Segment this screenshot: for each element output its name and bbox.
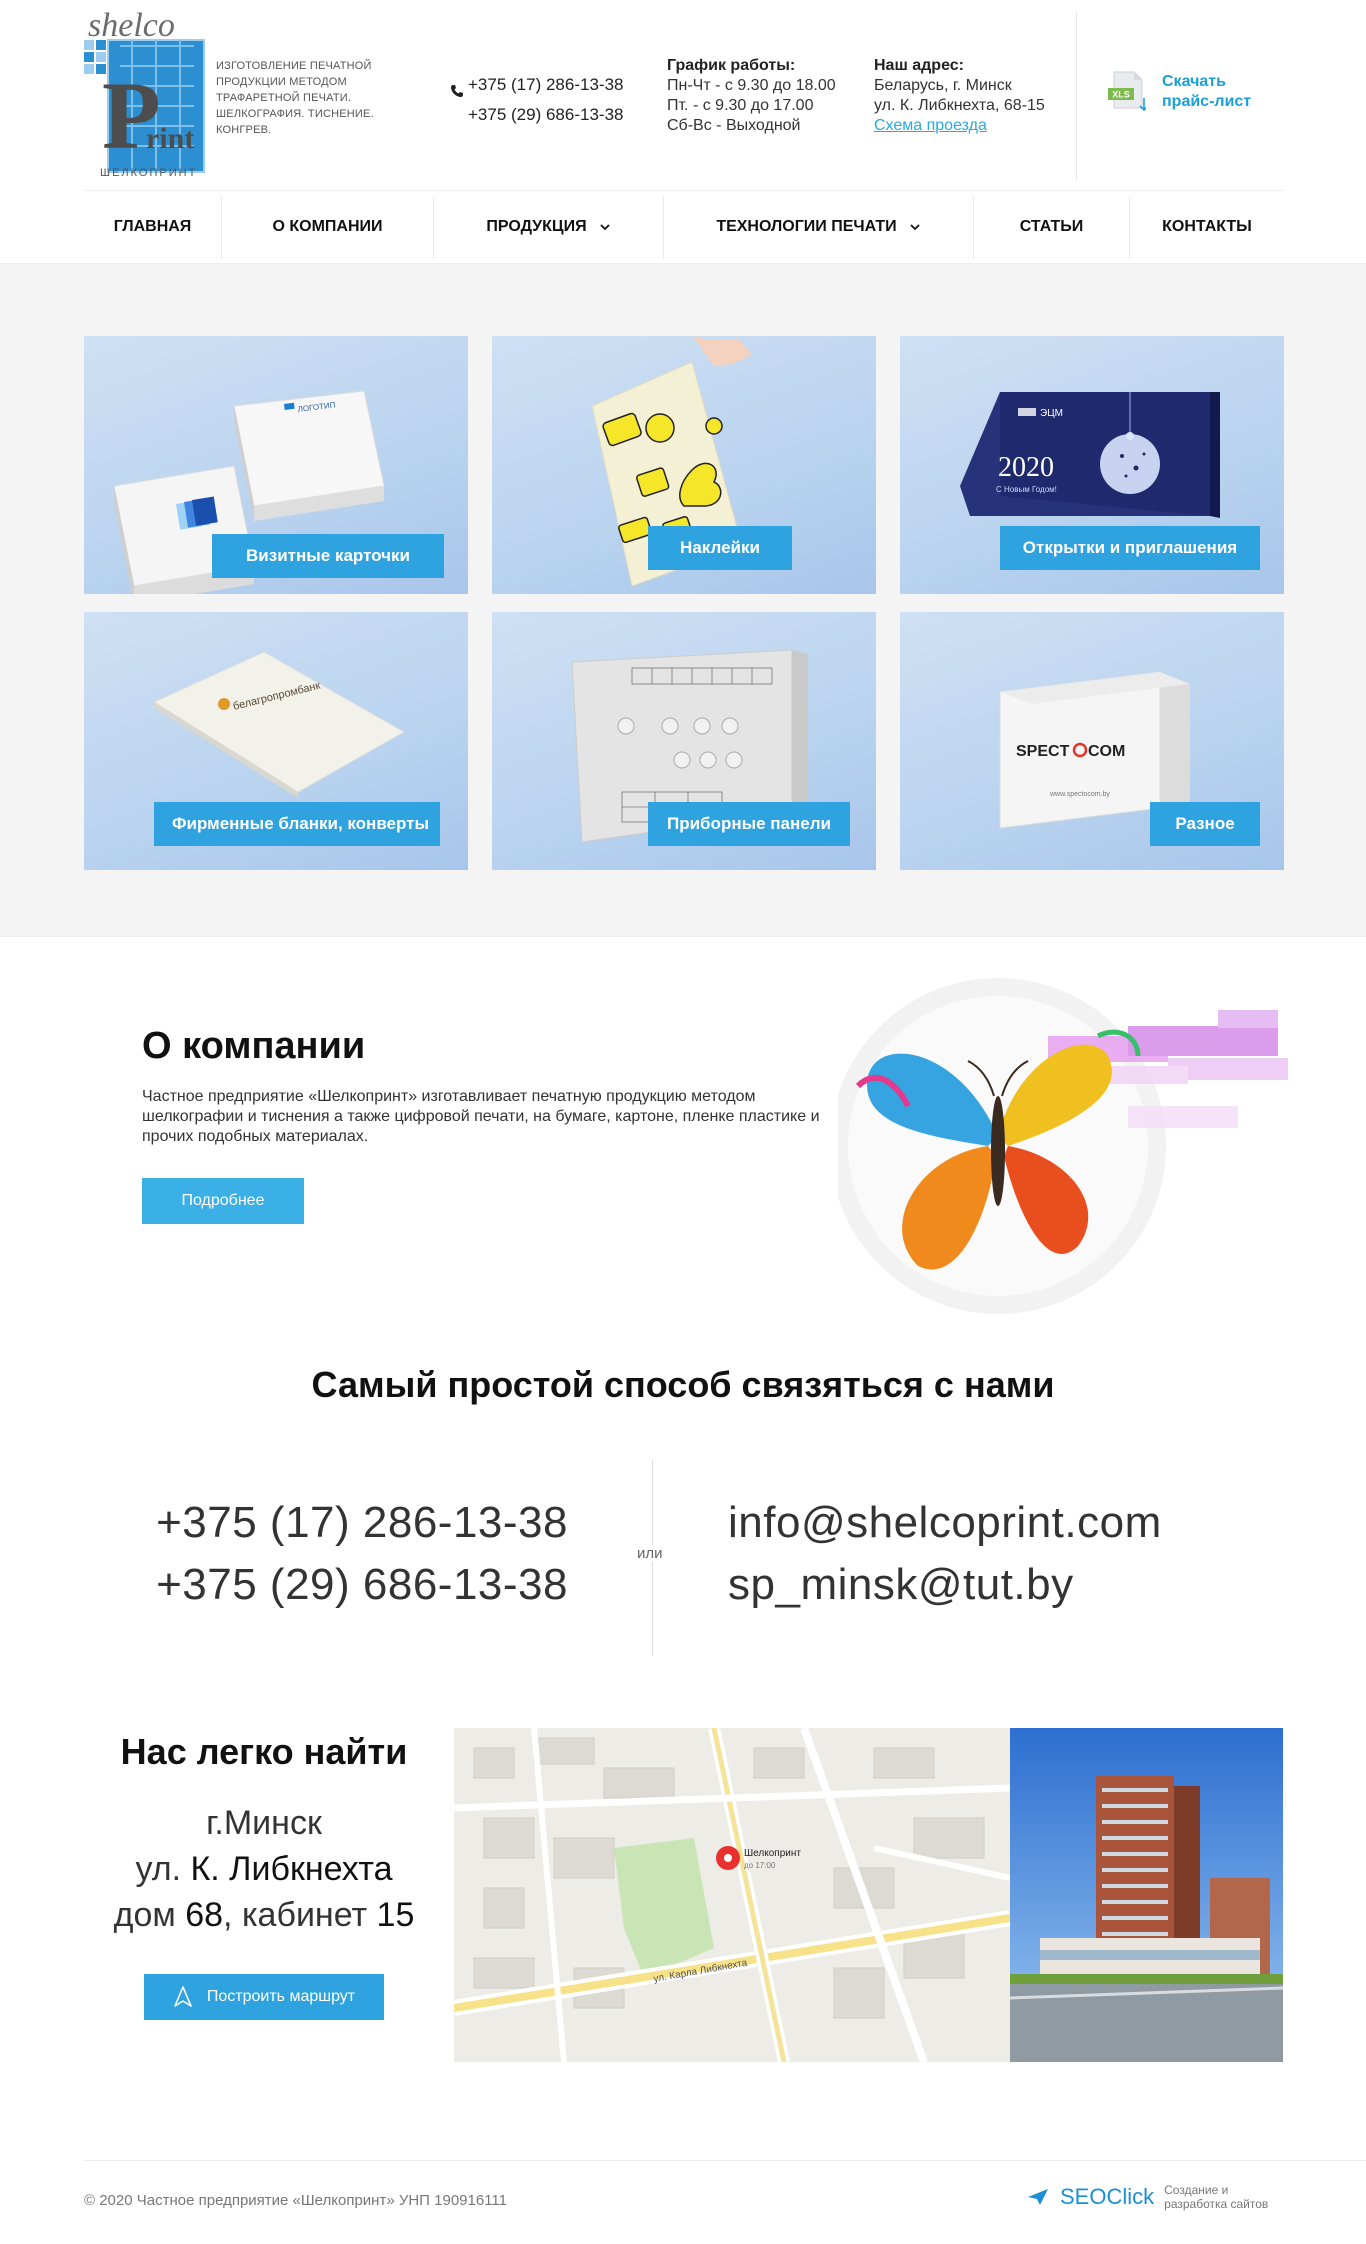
address-line: Беларусь, г. Минск [874, 77, 1012, 94]
svg-text:Шелкопринт: Шелкопринт [744, 1848, 801, 1859]
product-card-letterheads[interactable]: белагропромбанк Фирменные бланки, конвер… [84, 612, 468, 870]
contact-or-label: или [633, 1545, 667, 1562]
svg-text:SPECT: SPECT [1016, 743, 1070, 760]
find-us-title: Нас легко найти [120, 1731, 408, 1772]
phone-icon [451, 85, 463, 97]
xls-file-icon: XLS [1108, 71, 1146, 112]
main-nav: Главная О компании Продукция Технологии … [84, 190, 1284, 262]
download-price-label: Скачать прайс-лист [1162, 73, 1252, 110]
nav-item-label: Продукция [486, 217, 587, 235]
nav-item-products[interactable]: Продукция [434, 194, 664, 259]
building-photo [1010, 1728, 1283, 2062]
nav-item-contacts[interactable]: Контакты [1130, 195, 1284, 259]
work-schedule: График работы: Пн-Чт - с 9.30 до 18.00 П… [667, 56, 836, 136]
directions-link[interactable]: Схема проезда [874, 116, 1045, 136]
schedule-title: График работы: [667, 57, 796, 74]
find-us-address: г.Минск ул. К. Либкнехта дом 68, кабинет… [84, 1800, 444, 1938]
contact-emails: info@shelcoprint.com sp_minsk@tut.by [728, 1492, 1162, 1616]
logo-sub-text: ШЕЛКОПРИНТ [100, 167, 197, 178]
product-card-panels[interactable]: Приборные панели [492, 612, 876, 870]
schedule-line: Пт. - с 9.30 до 17.00 [667, 97, 814, 114]
logo-description: Изготовление печатной продукции методом … [216, 60, 374, 136]
nav-item-articles[interactable]: Статьи [974, 194, 1130, 259]
seoclick-logo-icon [1028, 2189, 1048, 2205]
header-phone-2[interactable]: +375 (29) 686-13-38 [468, 100, 623, 130]
about-text: Частное предприятие «Шелкопринт» изготав… [142, 1088, 820, 1145]
build-route-label: Построить маршрут [206, 1988, 356, 2005]
product-card-misc[interactable]: SPECT COM www.spectocom.by Разное [900, 612, 1284, 870]
map-pin[interactable] [716, 1846, 740, 1870]
svg-text:COM: COM [1088, 743, 1125, 760]
product-card-postcards[interactable]: ЭЦМ 2020 С Новым Годом! Открытки и пригл… [900, 336, 1284, 594]
address-line: ул. К. Либкнехта, 68-15 [874, 97, 1045, 114]
more-button[interactable]: Подробнее [142, 1178, 304, 1224]
product-card-label: Визитные карточки [212, 534, 444, 578]
nav-item-about[interactable]: О компании [222, 194, 434, 259]
svg-text:С Новым Годом!: С Новым Годом! [996, 485, 1057, 494]
contact-email-2[interactable]: sp_minsk@tut.by [728, 1554, 1162, 1616]
product-card-label: Открытки и приглашения [1000, 526, 1260, 570]
contact-title: Самый простой способ связяться с нами [311, 1364, 1055, 1405]
butterfly-illustration [838, 978, 1288, 1314]
location-map[interactable]: ул. Карла Либкнехта Шелкопринт до 17:00 [454, 1728, 1010, 2062]
seoclick-link[interactable]: SEOClick Создание и разработка сайтов [1026, 2183, 1284, 2211]
chevron-down-icon [599, 223, 610, 230]
map-canvas: ул. Карла Либкнехта Шелкопринт до 17:00 [454, 1728, 1010, 2062]
seoclick-note: Создание и разработка сайтов [1164, 2183, 1269, 2211]
footer-copyright: © 2020 Частное предприятие «Шелкопринт» … [84, 2192, 507, 2209]
contact-phone-2[interactable]: +375 (29) 686-13-38 [130, 1554, 568, 1616]
footer-divider [84, 2160, 1366, 2161]
nav-item-label: Контакты [1162, 217, 1252, 235]
nav-item-home[interactable]: Главная [84, 194, 222, 259]
header-address: Наш адрес: Беларусь, г. Минск ул. К. Либ… [874, 56, 1045, 136]
site-header: shelco P rint ШЕЛКОПРИНТ Изготовление пе… [0, 0, 1366, 263]
nav-item-label: О компании [272, 217, 383, 235]
nav-item-label: Статьи [1019, 217, 1084, 235]
products-section: ЛОГОТИП Визитные карточки Наклейки ЭЦМ 2… [0, 263, 1366, 937]
product-card-business-cards[interactable]: ЛОГОТИП Визитные карточки [84, 336, 468, 594]
shelcoprint-logo[interactable]: shelco P rint ШЕЛКОПРИНТ [84, 6, 214, 178]
svg-text:ЭЦМ: ЭЦМ [1040, 408, 1063, 419]
schedule-line: Сб-Вс - Выходной [667, 117, 801, 134]
chevron-down-icon [910, 223, 920, 230]
address-title: Наш адрес: [874, 57, 964, 74]
product-card-label: Наклейки [648, 526, 792, 570]
nav-item-label: Технологии печати [716, 217, 897, 235]
seoclick-brand: SEOClick [1060, 2184, 1155, 2209]
product-card-stickers[interactable]: Наклейки [492, 336, 876, 594]
contact-phone-1[interactable]: +375 (17) 286-13-38 [130, 1492, 568, 1554]
contact-email-1[interactable]: info@shelcoprint.com [728, 1492, 1162, 1554]
svg-text:XLS: XLS [1112, 90, 1130, 100]
svg-text:до 17:00: до 17:00 [744, 1861, 776, 1870]
nav-item-print-tech[interactable]: Технологии печати [664, 194, 974, 259]
product-card-label: Приборные панели [648, 802, 850, 846]
logo-bottom-text: rint [146, 122, 194, 155]
navigation-arrow-icon [174, 1986, 192, 2007]
header-divider [1076, 12, 1077, 180]
svg-text:2020: 2020 [998, 452, 1054, 483]
svg-text:www.spectocom.by: www.spectocom.by [1049, 791, 1110, 798]
product-card-label: Фирменные бланки, конверты [154, 802, 440, 846]
about-title: О компании [142, 1025, 366, 1067]
header-phones: +375 (17) 286-13-38 +375 (29) 686-13-38 [450, 70, 623, 130]
find-house: дом 68, кабинет 15 [113, 1896, 415, 1934]
logo-top-text: shelco [88, 7, 175, 44]
schedule-line: Пн-Чт - с 9.30 до 18.00 [667, 77, 836, 94]
contact-phones: +375 (17) 286-13-38 +375 (29) 686-13-38 [130, 1492, 568, 1616]
download-price-button[interactable]: XLS Скачать прайс-лист [1108, 70, 1272, 114]
header-phone-1[interactable]: +375 (17) 286-13-38 [468, 70, 623, 100]
nav-item-label: Главная [113, 217, 192, 235]
product-card-label: Разное [1150, 802, 1260, 846]
build-route-button[interactable]: Построить маршрут [144, 1974, 384, 2020]
find-street: ул. К. Либкнехта [135, 1850, 393, 1888]
find-city: г.Минск [206, 1804, 322, 1842]
